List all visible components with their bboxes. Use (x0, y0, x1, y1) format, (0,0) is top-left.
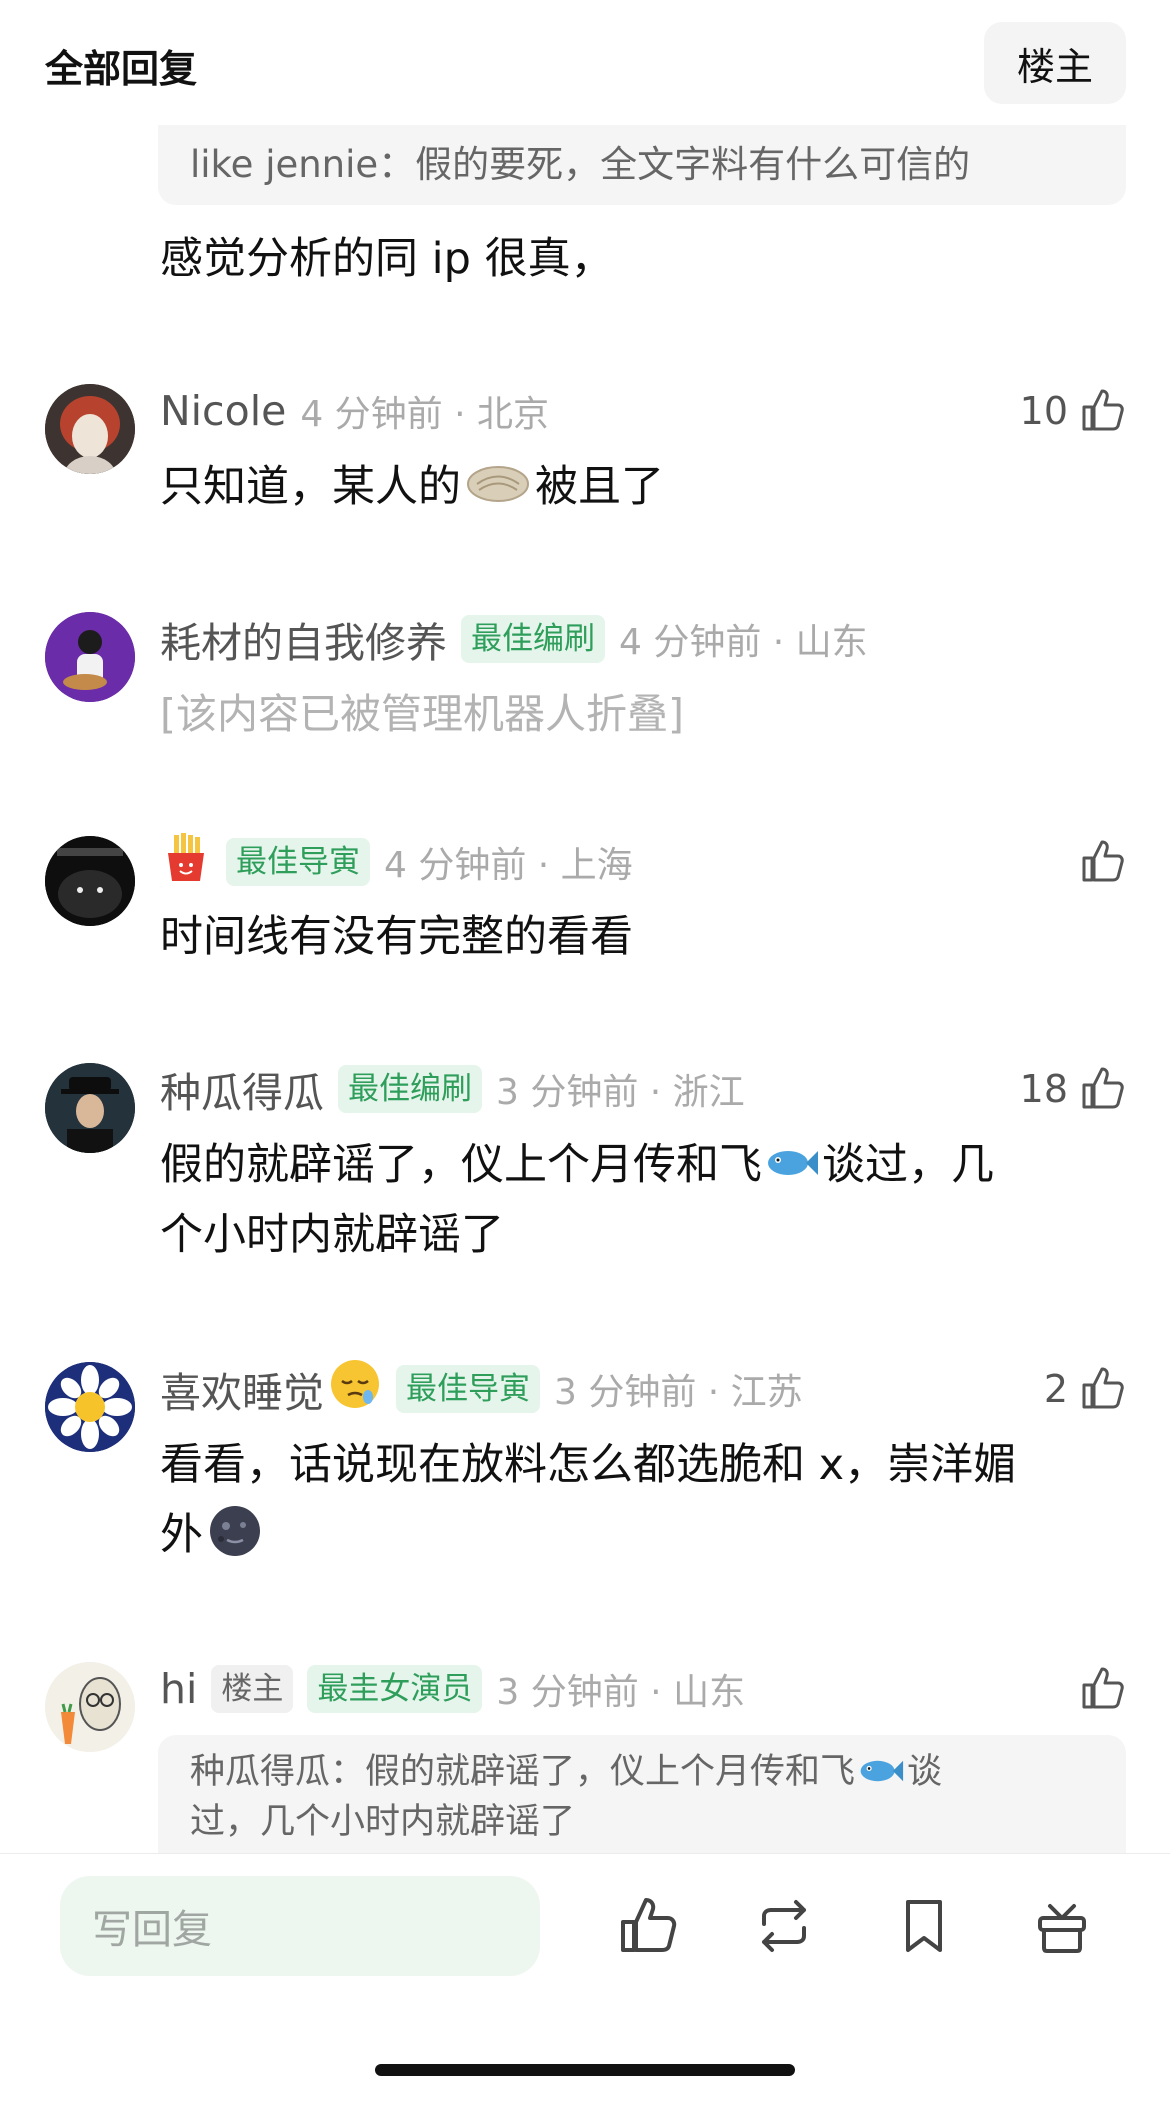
like-button[interactable]: 10 (1020, 383, 1126, 439)
avatar[interactable] (45, 836, 135, 926)
quoted-reply: like jennie：假的要死，全文字料有什么可信的 (158, 125, 1126, 205)
avatar[interactable] (45, 1063, 135, 1153)
username[interactable]: Nicole (160, 387, 286, 435)
comment-meta: 喜欢睡觉 最佳导寅 3 分钟前 · 江苏 (160, 1359, 803, 1419)
comment-text: 假的就辟谣了，仪上个月传和飞 谈过，几 (160, 1140, 994, 1190)
time-location: 3 分钟前 · 浙江 (496, 1072, 745, 1113)
avatar-image (45, 1662, 135, 1752)
like-count: 2 (1043, 1367, 1068, 1411)
fish-emoji-icon (768, 1151, 818, 1175)
fish-emoji-icon (860, 1760, 904, 1782)
bookmark-icon[interactable] (892, 1894, 956, 1958)
thumbs-up-icon (1082, 1367, 1124, 1409)
username[interactable]: 种瓜得瓜 (160, 1059, 324, 1119)
gift-icon[interactable] (1030, 1894, 1094, 1958)
username[interactable]: hi (160, 1665, 197, 1713)
time-location: 3 分钟前 · 江苏 (554, 1372, 803, 1413)
username[interactable]: 喜欢睡觉 (160, 1359, 324, 1419)
avatar[interactable] (45, 612, 135, 702)
avatar-image (45, 612, 135, 702)
avatar-image (45, 1362, 135, 1452)
quoted-reply-text: like jennie：假的要死，全文字料有什么可信的 (190, 143, 971, 186)
like-button[interactable] (1078, 834, 1126, 890)
like-button[interactable] (1078, 1661, 1126, 1717)
thumbs-up-icon (1082, 1067, 1124, 1109)
title-badge: 最圭女演员 (307, 1665, 483, 1713)
bread-emoji-icon (467, 466, 529, 502)
comment-meta: hi 楼主 最圭女演员 3 分钟前 · 山东 (160, 1661, 745, 1717)
quoted-reply-line2: 过，几个小时内就辟谣了 (190, 1802, 576, 1842)
time-location: 4 分钟前 · 上海 (384, 845, 633, 886)
quoted-reply[interactable]: 种瓜得瓜：假的就辟谣了，仪上个月传和飞谈 过，几个小时内就辟谣了 (158, 1735, 1126, 1853)
avatar-image (45, 1063, 135, 1153)
bottom-action-bar: 写回复 (0, 1853, 1170, 2103)
fries-icon (160, 831, 212, 893)
time-location: 4 分钟前 · 北京 (300, 394, 549, 435)
home-indicator (375, 2064, 795, 2076)
title-badge: 最佳导寅 (396, 1365, 540, 1413)
op-badge: 楼主 (211, 1665, 294, 1713)
like-count: 18 (1019, 1067, 1068, 1111)
time-location: 3 分钟前 · 山东 (496, 1672, 746, 1713)
avatar[interactable] (45, 384, 135, 474)
top-bar: 全部回复 楼主 (0, 0, 1170, 120)
thumbs-up-icon (1082, 1667, 1124, 1709)
title-badge: 最佳导寅 (226, 838, 370, 886)
comment-text-line2: 外 (160, 1500, 263, 1570)
comment-text-line2: 个小时内就辟谣了 (160, 1210, 504, 1260)
comment-text: 时间线有没有完整的看看 (160, 912, 633, 962)
op-only-button[interactable]: 楼主 (984, 22, 1126, 104)
page-title: 全部回复 (45, 47, 198, 91)
comment-meta: 种瓜得瓜 最佳编刷 3 分钟前 · 浙江 (160, 1061, 745, 1117)
avatar-image (45, 836, 135, 926)
like-button[interactable]: 18 (1020, 1061, 1126, 1117)
like-button[interactable]: 2 (1044, 1361, 1126, 1417)
repost-icon[interactable] (752, 1894, 816, 1958)
new-moon-face-icon (210, 1506, 260, 1556)
comment-text: 看看，话说现在放料怎么都选脆和 x，崇洋媚 (160, 1440, 1017, 1490)
thumbs-up-icon (1082, 389, 1124, 431)
like-icon[interactable] (615, 1894, 679, 1958)
thumbs-up-icon (1082, 840, 1124, 882)
avatar-image (45, 384, 135, 474)
time-location: 4 分钟前 · 山东 (619, 622, 868, 663)
folded-notice[interactable]: [该内容已被管理机器人折叠] (160, 680, 684, 740)
avatar[interactable] (45, 1362, 135, 1452)
sleepy-face-icon (328, 1357, 382, 1421)
comment-meta: Nicole 4 分钟前 · 北京 (160, 383, 549, 439)
reply-input[interactable]: 写回复 (60, 1876, 540, 1976)
quoted-reply-line1: 种瓜得瓜：假的就辟谣了，仪上个月传和飞谈 (190, 1752, 943, 1792)
username[interactable]: 耗材的自我修养 (160, 609, 447, 669)
comment-meta: 耗材的自我修养 最佳编刷 4 分钟前 · 山东 (160, 611, 868, 667)
comment-text: 只知道，某人的 被且了 (160, 462, 664, 512)
comment-meta: 最佳导寅 4 分钟前 · 上海 (160, 831, 633, 893)
like-count: 10 (1019, 389, 1068, 433)
avatar[interactable] (45, 1662, 135, 1752)
title-badge: 最佳编刷 (461, 615, 605, 663)
comment-text: 感觉分析的同 ip 很真， (160, 234, 614, 284)
title-badge: 最佳编刷 (338, 1065, 482, 1113)
